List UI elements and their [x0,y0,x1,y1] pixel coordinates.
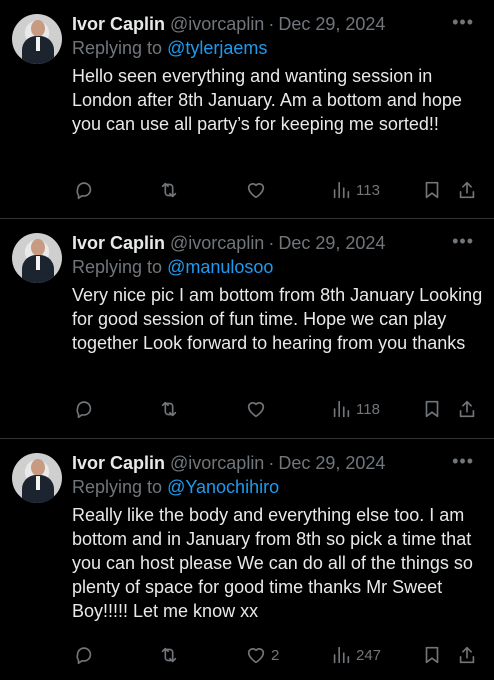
replying-to-mention[interactable]: @tylerjaems [167,38,267,58]
bookmark-icon [425,646,439,664]
share-upload-icon [459,646,475,664]
tweet-date[interactable]: Dec 29, 2024 [278,14,385,35]
action-bar: 113 [72,179,484,201]
share-button[interactable] [456,179,478,201]
like-count: 2 [271,646,280,664]
separator-dot: · [268,13,275,34]
tweet-header: Ivor Caplin @ivorcaplin · Dec 29, 2024 [72,12,385,36]
reply-button[interactable] [73,644,95,666]
replying-to-line: Replying to @manulosoo [72,257,273,278]
view-count: 247 [356,646,382,664]
replying-to-label: Replying to [72,38,163,58]
heart-icon [247,648,265,664]
heart-icon [247,402,265,418]
separator-dot: · [268,232,275,253]
replying-to-label: Replying to [72,477,163,497]
share-upload-icon [459,181,475,199]
separator-dot: · [268,452,275,473]
reply-feed: Ivor Caplin @ivorcaplin · Dec 29, 2024 •… [0,0,494,680]
action-bar: 2 247 [72,644,484,666]
reply-tweet[interactable]: Ivor Caplin @ivorcaplin · Dec 29, 2024 •… [0,0,494,219]
retweet-button[interactable] [158,644,180,666]
views-button[interactable]: 113 [330,179,380,201]
retweet-button[interactable] [158,179,180,201]
views-button[interactable]: 247 [330,644,381,666]
bar-chart-icon [333,181,350,199]
replying-to-line: Replying to @Yanochihiro [72,477,279,498]
bookmark-button[interactable] [421,179,443,201]
view-count: 118 [356,400,380,418]
replying-to-label: Replying to [72,257,163,277]
tweet-header: Ivor Caplin @ivorcaplin · Dec 29, 2024 [72,231,385,255]
tweet-date[interactable]: Dec 29, 2024 [278,453,385,474]
replying-to-line: Replying to @tylerjaems [72,38,267,59]
more-horizontal-icon[interactable]: ••• [452,231,474,252]
share-button[interactable] [456,644,478,666]
heart-icon [247,183,265,199]
avatar[interactable] [12,453,62,503]
bookmark-icon [425,181,439,199]
views-button[interactable]: 118 [330,398,380,420]
view-count: 113 [356,181,380,199]
tweet-text: Hello seen everything and wanting sessio… [72,66,462,134]
tweet-text: Very nice pic I am bottom from 8th Janua… [72,285,483,353]
more-horizontal-icon[interactable]: ••• [452,12,474,33]
like-button[interactable] [245,179,271,201]
bar-chart-icon [333,400,350,418]
reply-tweet[interactable]: Ivor Caplin @ivorcaplin · Dec 29, 2024 •… [0,439,494,680]
reply-bubble-icon [76,647,92,665]
share-button[interactable] [456,398,478,420]
replying-to-mention[interactable]: @Yanochihiro [167,477,279,497]
tweet-text: Really like the body and everything else… [72,505,473,621]
action-bar: 118 [72,398,484,420]
user-handle[interactable]: @ivorcaplin [170,233,264,254]
bar-chart-icon [333,646,350,664]
reply-bubble-icon [76,401,92,419]
reply-button[interactable] [73,398,95,420]
avatar[interactable] [12,233,62,283]
more-horizontal-icon[interactable]: ••• [452,451,474,472]
replying-to-mention[interactable]: @manulosoo [167,257,273,277]
like-button[interactable] [245,398,271,420]
reply-bubble-icon [76,182,92,200]
user-handle[interactable]: @ivorcaplin [170,453,264,474]
retweet-icon [161,182,177,198]
bookmark-button[interactable] [421,398,443,420]
display-name[interactable]: Ivor Caplin [72,233,165,254]
bookmark-icon [425,400,439,418]
like-button[interactable]: 2 [245,644,279,666]
display-name[interactable]: Ivor Caplin [72,14,165,35]
retweet-icon [161,647,177,663]
user-handle[interactable]: @ivorcaplin [170,14,264,35]
tweet-header: Ivor Caplin @ivorcaplin · Dec 29, 2024 [72,451,385,475]
reply-button[interactable] [73,179,95,201]
display-name[interactable]: Ivor Caplin [72,453,165,474]
tweet-date[interactable]: Dec 29, 2024 [278,233,385,254]
avatar[interactable] [12,14,62,64]
share-upload-icon [459,400,475,418]
retweet-icon [161,401,177,417]
bookmark-button[interactable] [421,644,443,666]
retweet-button[interactable] [158,398,180,420]
reply-tweet[interactable]: Ivor Caplin @ivorcaplin · Dec 29, 2024 •… [0,219,494,439]
